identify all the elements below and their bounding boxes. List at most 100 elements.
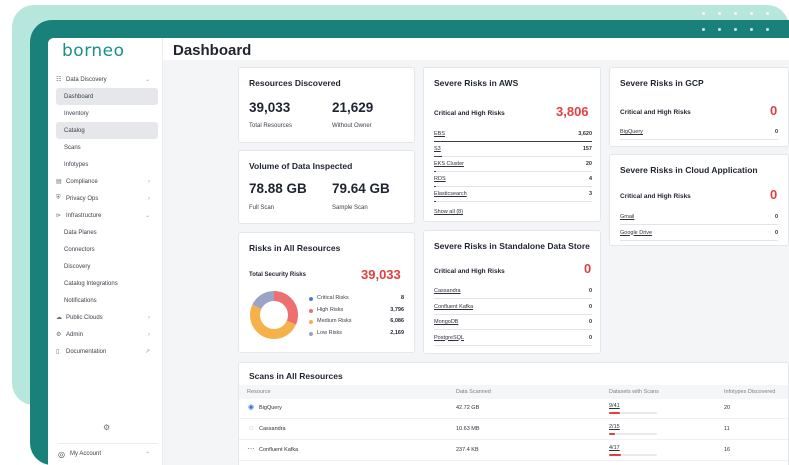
sidebar-item-label: Catalog bbox=[64, 127, 85, 134]
sidebar-item-notifications[interactable]: Notifications bbox=[56, 292, 158, 309]
aws-risks-card: Severe Risks in AWS Critical and High Ri… bbox=[423, 67, 601, 222]
resource-name[interactable]: Cassandra bbox=[259, 426, 286, 432]
sidebar-item-compliance[interactable]: ▤ Compliance › bbox=[56, 173, 158, 190]
sidebar: borneo ☷ Data Discovery ⌄ Dashboard Inventor… bbox=[48, 38, 163, 465]
datasets-progress-bar bbox=[609, 454, 657, 456]
external-link-icon: ↗ bbox=[144, 349, 150, 355]
sidebar-item-label: Documentation bbox=[66, 348, 107, 355]
aws-risk-label: Critical and High Risks bbox=[434, 110, 505, 117]
sidebar-item-catalog[interactable]: Catalog bbox=[56, 122, 158, 139]
sidebar-item-infotypes[interactable]: Infotypes bbox=[56, 156, 158, 173]
risk-row-link[interactable]: PostgreSQL bbox=[434, 335, 464, 341]
resource-name[interactable]: Confluent Kafka bbox=[259, 447, 298, 453]
cloud-app-resource-list: Gmail 0 Google Drive 0 bbox=[620, 213, 778, 243]
risk-row-s3: S3 157 bbox=[434, 145, 592, 157]
legend-item-medium-risks: Medium Risks 6,086 bbox=[309, 318, 404, 328]
card-title: Risks in All Resources bbox=[249, 243, 341, 253]
risk-row-cassandra: Cassandra 0 bbox=[434, 287, 592, 299]
card-title: Scans in All Resources bbox=[249, 371, 343, 381]
risk-row-divider bbox=[434, 329, 592, 330]
table-row[interactable]: ◌ Cassandra 10.63 MB 2/15 11 bbox=[239, 420, 788, 440]
total-resources-value: 39,033 bbox=[249, 100, 291, 115]
risk-row-link[interactable]: MongoDB bbox=[434, 319, 458, 325]
sidebar-item-inventory[interactable]: Inventory bbox=[56, 105, 158, 122]
legend-item-high-risks: High Risks 3,796 bbox=[309, 307, 404, 317]
risk-legend: Critical Risks 8 High Risks 3,796 Medium Ris… bbox=[309, 295, 404, 343]
infotypes-discovered: 20 bbox=[724, 405, 731, 411]
total-security-risks-label: Total Security Risks bbox=[249, 272, 306, 278]
sidebar-item-discovery[interactable]: Discovery bbox=[56, 258, 158, 275]
risk-row-link[interactable]: EKS Cluster bbox=[434, 161, 464, 167]
sidebar-item-public-clouds[interactable]: ☁ Public Clouds › bbox=[56, 309, 158, 326]
risk-row-bar bbox=[434, 171, 436, 172]
risk-row-link[interactable]: RDS bbox=[434, 176, 446, 182]
col-infotypes-discovered[interactable]: Infotypes Discovered bbox=[724, 389, 775, 395]
gcp-risks-card: Severe Risks in GCP Critical and High Ri… bbox=[609, 67, 789, 147]
standalone-risk-value: 0 bbox=[584, 261, 592, 276]
legend-dot bbox=[309, 297, 313, 301]
settings-gear-icon[interactable]: ⚙ bbox=[103, 423, 110, 432]
sidebar-item-documentation[interactable]: ▯ Documentation ↗ bbox=[56, 343, 158, 360]
risk-row-link[interactable]: S3 bbox=[434, 146, 441, 152]
full-scan-value: 78.88 GB bbox=[249, 181, 307, 196]
aws-resource-list: EBS 3,620 S3 157 EKS Cluster 20 RDS 4 Elasticsea… bbox=[434, 130, 592, 210]
risk-row-divider bbox=[620, 239, 778, 241]
legend-dot bbox=[309, 320, 313, 324]
sidebar-item-infrastructure[interactable]: ⊳ Infrastructure ⌄ bbox=[56, 207, 158, 224]
datasets-progress-fill bbox=[609, 454, 621, 456]
sidebar-item-admin[interactable]: ⚙ Admin › bbox=[56, 326, 158, 343]
infotypes-discovered: 16 bbox=[724, 447, 731, 453]
risk-row-link[interactable]: BigQuery bbox=[620, 129, 643, 135]
sidebar-item-privacy-ops[interactable]: ⛨ Privacy Ops › bbox=[56, 190, 158, 207]
datasets-with-scans-link[interactable]: 2/15 bbox=[609, 424, 620, 430]
col-resource[interactable]: Resource bbox=[247, 389, 271, 395]
borneo-logo: borneo bbox=[62, 41, 125, 61]
card-title: Severe Risks in Standalone Data Store bbox=[434, 241, 590, 251]
risk-row-elasticsearch: Elasticsearch 3 bbox=[434, 190, 592, 202]
risk-row-mongodb: MongoDB 0 bbox=[434, 318, 592, 330]
risk-row-link[interactable]: Cassandra bbox=[434, 288, 461, 294]
risk-row-value: 0 bbox=[774, 229, 778, 236]
kafka-icon: ⋯ bbox=[247, 446, 255, 453]
clipboard-icon: ▤ bbox=[56, 179, 62, 185]
risk-donut-chart bbox=[250, 291, 298, 339]
risk-row-bar bbox=[434, 201, 436, 202]
sidebar-item-label: Discovery bbox=[64, 263, 91, 270]
risk-row-google-drive: Google Drive 0 bbox=[620, 229, 778, 241]
col-data-scanned[interactable]: Data Scanned bbox=[456, 389, 491, 395]
risk-row-link[interactable]: Google Drive bbox=[620, 230, 652, 236]
datasets-with-scans-link[interactable]: 4/17 bbox=[609, 445, 620, 451]
sidebar-item-dashboard[interactable]: Dashboard bbox=[56, 88, 158, 105]
risk-row-gmail: Gmail 0 bbox=[620, 213, 778, 225]
risk-row-value: 0 bbox=[588, 288, 592, 294]
sidebar-item-data-discovery[interactable]: ☷ Data Discovery ⌄ bbox=[56, 71, 158, 88]
sidebar-item-label: Inventory bbox=[64, 110, 89, 117]
book-icon: ▯ bbox=[56, 349, 60, 355]
table-row[interactable]: ⋯ Confluent Kafka 237.4 KB 4/17 16 bbox=[239, 441, 788, 461]
risk-row-value: 0 bbox=[588, 303, 592, 310]
risk-row-link[interactable]: Confluent Kafka bbox=[434, 304, 473, 310]
datasets-with-scans-link[interactable]: 9/41 bbox=[609, 403, 620, 409]
sidebar-item-data-planes[interactable]: Data Planes bbox=[56, 224, 158, 241]
risk-row-link[interactable]: EBS bbox=[434, 131, 445, 137]
risk-row-divider bbox=[434, 171, 592, 172]
chevron-down-icon: ⌄ bbox=[144, 213, 150, 219]
my-account-menu[interactable]: ◎ My Account ⌃ bbox=[58, 443, 158, 461]
risk-row-bar bbox=[434, 141, 592, 142]
shield-icon: ⛨ bbox=[56, 195, 61, 201]
sidebar-item-connectors[interactable]: Connectors bbox=[56, 241, 158, 258]
risk-row-value: 3,620 bbox=[578, 131, 592, 137]
col-datasets-with-scans[interactable]: Datasets with Scans bbox=[609, 389, 659, 395]
sidebar-item-label: Connectors bbox=[64, 246, 95, 253]
total-resources-label: Total Resources bbox=[249, 123, 293, 129]
grid-icon: ☷ bbox=[56, 77, 62, 83]
sidebar-item-catalog-integrations[interactable]: Catalog Integrations bbox=[56, 275, 158, 292]
risk-row-link[interactable]: Elasticsearch bbox=[434, 191, 467, 197]
legend-label: Low Risks bbox=[317, 329, 343, 336]
show-all-link[interactable]: Show all (8) bbox=[434, 209, 463, 215]
standalone-risk-label: Critical and High Risks bbox=[434, 268, 505, 275]
table-row[interactable]: ◉ BigQuery 42.72 GB 9/41 20 bbox=[239, 399, 788, 419]
sidebar-item-scans[interactable]: Scans bbox=[56, 139, 158, 156]
risk-row-link[interactable]: Gmail bbox=[620, 214, 634, 220]
resource-name[interactable]: BigQuery bbox=[259, 405, 282, 411]
